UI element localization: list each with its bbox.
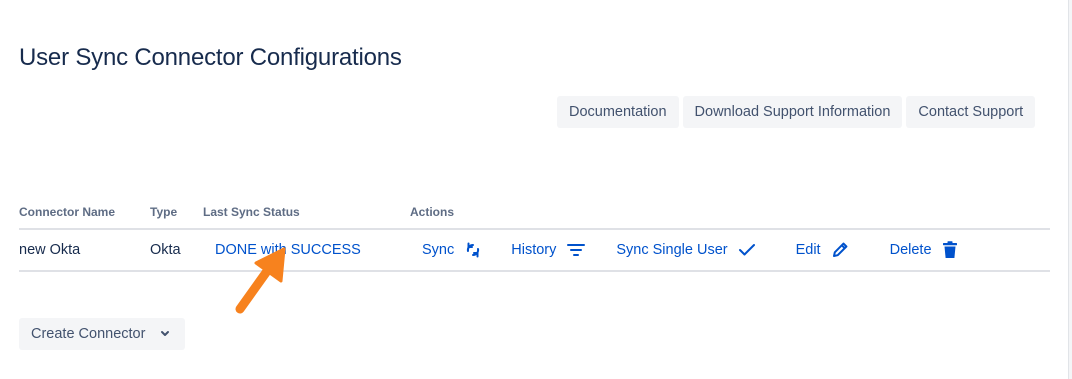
sync-action-label: Sync xyxy=(422,242,455,258)
delete-action-label: Delete xyxy=(889,242,932,258)
pencil-icon xyxy=(832,242,847,257)
actions-cell: Sync History Sync Single User Edit Delet… xyxy=(410,229,1050,272)
window-edge xyxy=(1068,0,1072,379)
table-header-row: Connector Name Type Last Sync Status Act… xyxy=(19,202,1050,230)
connector-type-cell: Okta xyxy=(150,229,203,272)
sync-action[interactable]: Sync xyxy=(422,241,482,259)
row-actions: Sync History Sync Single User Edit Delet… xyxy=(410,241,1050,259)
download-support-information-button[interactable]: Download Support Information xyxy=(682,96,903,128)
connectors-table: Connector Name Type Last Sync Status Act… xyxy=(19,202,1050,272)
sync-single-user-action-label: Sync Single User xyxy=(616,242,728,258)
contact-support-button[interactable]: Contact Support xyxy=(906,96,1036,128)
delete-action[interactable]: Delete xyxy=(890,241,958,259)
edit-action[interactable]: Edit xyxy=(796,241,849,259)
create-connector-label: Create Connector xyxy=(31,326,146,342)
column-header-connector-name: Connector Name xyxy=(19,202,150,230)
page-title: User Sync Connector Configurations xyxy=(19,44,402,71)
documentation-button[interactable]: Documentation xyxy=(557,96,679,128)
history-action[interactable]: History xyxy=(511,242,586,258)
filter-icon xyxy=(567,244,586,256)
column-header-type: Type xyxy=(150,202,203,230)
create-connector-button[interactable]: Create Connector xyxy=(19,318,186,350)
history-action-label: History xyxy=(511,242,557,258)
table-row: new Okta Okta DONE with SUCCESS Sync His… xyxy=(19,229,1050,272)
column-header-actions: Actions xyxy=(410,202,1050,230)
sync-icon xyxy=(467,242,480,258)
toolbar: Documentation Download Support Informati… xyxy=(557,96,1036,128)
chevron-down-icon xyxy=(161,331,170,336)
annotation-arrow-icon xyxy=(235,247,286,314)
edit-action-label: Edit xyxy=(795,242,821,258)
check-icon xyxy=(738,244,755,256)
column-header-last-sync-status: Last Sync Status xyxy=(203,202,410,230)
trash-icon xyxy=(942,241,957,258)
connector-name-cell: new Okta xyxy=(19,229,150,272)
sync-single-user-action[interactable]: Sync Single User xyxy=(616,242,755,258)
